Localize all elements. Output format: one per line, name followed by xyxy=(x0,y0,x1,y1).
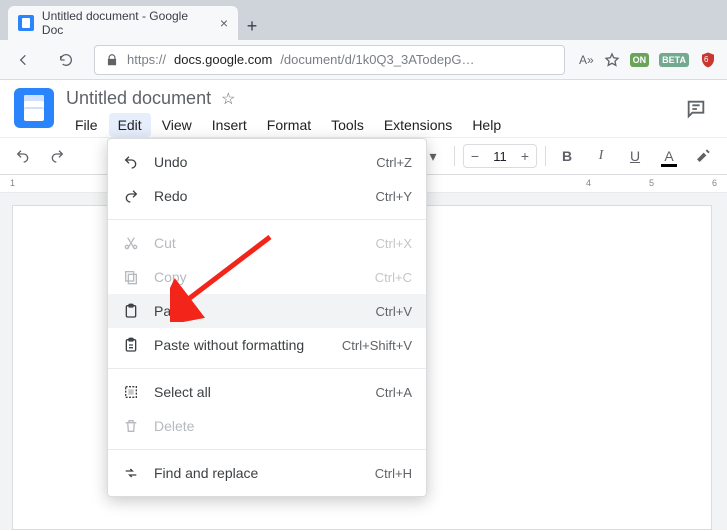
document-title[interactable]: Untitled document xyxy=(66,88,211,109)
toolbar-separator xyxy=(454,146,455,166)
menu-item-label: Cut xyxy=(154,235,362,251)
font-size-stepper[interactable]: − 11 + xyxy=(463,144,537,168)
menu-item-label: Find and replace xyxy=(154,465,361,481)
menu-insert[interactable]: Insert xyxy=(203,113,256,137)
menu-tools[interactable]: Tools xyxy=(322,113,373,137)
ruler-mark: 1 xyxy=(10,178,15,188)
menu-bar: FileEditViewInsertFormatToolsExtensionsH… xyxy=(66,113,667,137)
menu-item-shortcut: Ctrl+Shift+V xyxy=(342,338,412,353)
url-protocol: https:// xyxy=(127,52,166,67)
shield-count: 6 xyxy=(704,55,708,64)
increase-font-button[interactable]: + xyxy=(514,148,536,164)
font-size-value[interactable]: 11 xyxy=(486,149,514,164)
star-button[interactable]: ☆ xyxy=(221,89,235,109)
paste-icon xyxy=(122,303,140,319)
ruler-mark: 5 xyxy=(649,178,654,188)
menu-item-shortcut: Ctrl+X xyxy=(376,236,412,251)
select-all-icon xyxy=(122,384,140,400)
url-input[interactable]: https:// docs.google.com/document/d/1k0Q3… xyxy=(94,45,565,75)
underline-button[interactable]: U xyxy=(622,143,648,169)
docs-header: Untitled document ☆ FileEditViewInsertFo… xyxy=(0,80,727,137)
menu-help[interactable]: Help xyxy=(463,113,510,137)
cut-icon xyxy=(122,235,140,251)
ruler-mark: 6 xyxy=(712,178,717,188)
favorite-button[interactable] xyxy=(604,52,620,68)
menu-item-find-and-replace[interactable]: Find and replace Ctrl+H xyxy=(108,456,426,490)
docs-logo-icon[interactable] xyxy=(14,88,54,128)
decrease-font-button[interactable]: − xyxy=(464,148,486,164)
menu-item-label: Undo xyxy=(154,154,362,170)
menu-item-shortcut: Ctrl+V xyxy=(376,304,412,319)
browser-tab[interactable]: Untitled document - Google Doc × xyxy=(8,6,238,40)
menu-item-paste[interactable]: Paste Ctrl+V xyxy=(108,294,426,328)
italic-button[interactable]: I xyxy=(588,143,614,169)
lock-icon xyxy=(105,53,119,67)
comments-button[interactable] xyxy=(679,92,713,126)
reader-mode-button[interactable]: A» xyxy=(579,53,594,67)
menu-item-label: Select all xyxy=(154,384,362,400)
menu-edit[interactable]: Edit xyxy=(109,113,151,137)
highlight-button[interactable] xyxy=(690,143,716,169)
menu-item-copy: Copy Ctrl+C xyxy=(108,260,426,294)
edit-menu-dropdown: Undo Ctrl+Z Redo Ctrl+Y Cut Ctrl+X Copy Ctrl+C P… xyxy=(107,138,427,497)
paste-plain-icon xyxy=(122,337,140,353)
menu-item-undo[interactable]: Undo Ctrl+Z xyxy=(108,145,426,179)
redo-button[interactable] xyxy=(44,143,70,169)
extension-on-badge[interactable]: ON xyxy=(630,53,650,67)
menu-extensions[interactable]: Extensions xyxy=(375,113,461,137)
toolbar-separator xyxy=(545,146,546,166)
close-tab-icon[interactable]: × xyxy=(220,15,228,31)
menu-item-shortcut: Ctrl+Y xyxy=(376,189,412,204)
undo-button[interactable] xyxy=(10,143,36,169)
browser-tab-strip: Untitled document - Google Doc × + xyxy=(0,0,727,40)
extension-beta-badge[interactable]: BETA xyxy=(659,53,689,67)
menu-item-shortcut: Ctrl+Z xyxy=(376,155,412,170)
ruler-mark: 4 xyxy=(586,178,591,188)
menu-item-paste-without-formatting[interactable]: Paste without formatting Ctrl+Shift+V xyxy=(108,328,426,362)
menu-item-shortcut: Ctrl+C xyxy=(375,270,412,285)
copy-icon xyxy=(122,269,140,285)
delete-icon xyxy=(122,418,140,434)
new-tab-button[interactable]: + xyxy=(238,12,266,40)
menu-view[interactable]: View xyxy=(153,113,201,137)
address-bar-actions: A» ON BETA 6 xyxy=(579,51,717,69)
menu-item-label: Copy xyxy=(154,269,361,285)
menu-item-select-all[interactable]: Select all Ctrl+A xyxy=(108,375,426,409)
menu-item-label: Redo xyxy=(154,188,362,204)
menu-file[interactable]: File xyxy=(66,113,107,137)
menu-item-delete: Delete xyxy=(108,409,426,443)
menu-item-shortcut: Ctrl+H xyxy=(375,466,412,481)
menu-format[interactable]: Format xyxy=(258,113,320,137)
menu-item-cut: Cut Ctrl+X xyxy=(108,226,426,260)
menu-item-label: Delete xyxy=(154,418,398,434)
docs-favicon xyxy=(18,15,34,31)
adblock-shield-icon[interactable]: 6 xyxy=(699,51,717,69)
url-path: /document/d/1k0Q3_3ATodepG… xyxy=(280,52,474,67)
text-color-button[interactable]: A xyxy=(656,143,682,169)
bold-button[interactable]: B xyxy=(554,143,580,169)
undo-icon xyxy=(122,154,140,170)
menu-item-label: Paste xyxy=(154,303,362,319)
redo-icon xyxy=(122,188,140,204)
menu-item-label: Paste without formatting xyxy=(154,337,328,353)
find-replace-icon xyxy=(122,465,140,481)
menu-item-shortcut: Ctrl+A xyxy=(376,385,412,400)
refresh-button[interactable] xyxy=(52,46,80,74)
tab-title: Untitled document - Google Doc xyxy=(42,9,212,37)
browser-address-bar: https:// docs.google.com/document/d/1k0Q3… xyxy=(0,40,727,80)
url-host: docs.google.com xyxy=(174,52,272,67)
back-button[interactable] xyxy=(10,46,38,74)
menu-item-redo[interactable]: Redo Ctrl+Y xyxy=(108,179,426,213)
